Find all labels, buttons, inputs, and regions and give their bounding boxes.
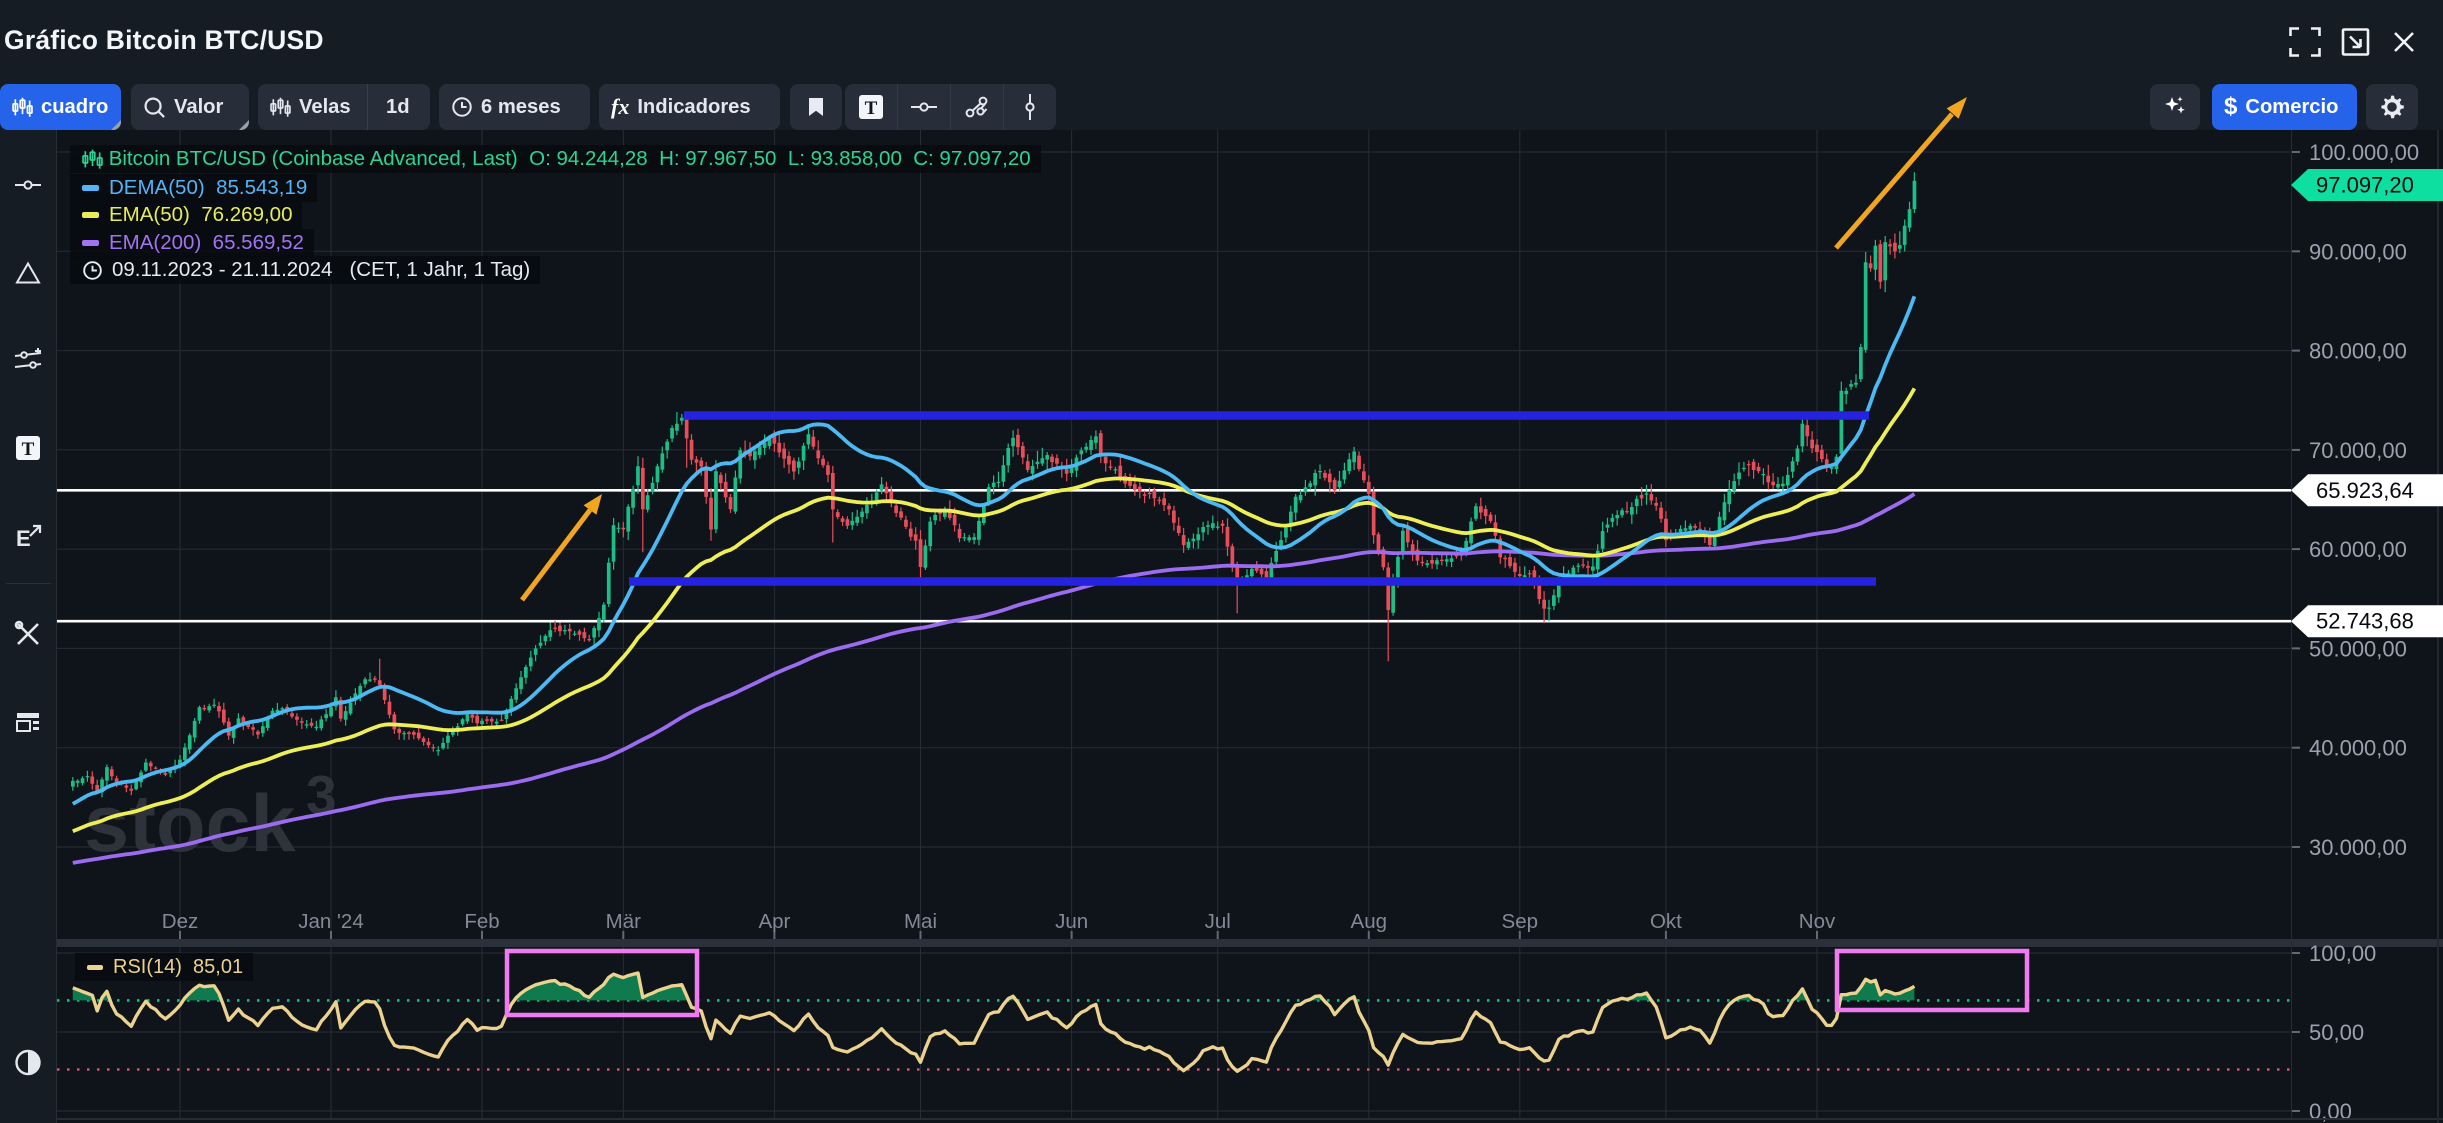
svg-text:100,00: 100,00 (2309, 941, 2376, 966)
svg-text:52.743,68: 52.743,68 (2316, 609, 2414, 634)
svg-text:30.000,00: 30.000,00 (2309, 835, 2407, 860)
svg-text:Jun: Jun (1055, 910, 1088, 933)
svg-text:100.000,00: 100.000,00 (2309, 140, 2419, 165)
svg-text:50,00: 50,00 (2309, 1020, 2364, 1045)
svg-text:T: T (865, 98, 878, 119)
svg-text:70.000,00: 70.000,00 (2309, 438, 2407, 463)
svg-text:Dez: Dez (162, 910, 198, 933)
svg-text:Okt: Okt (1650, 910, 1682, 933)
svg-text:50.000,00: 50.000,00 (2309, 636, 2407, 661)
svg-text:Sep: Sep (1502, 910, 1538, 933)
svg-text:65.923,64: 65.923,64 (2316, 478, 2414, 503)
svg-text:E: E (16, 526, 31, 551)
svg-text:Apr: Apr (758, 910, 790, 933)
svg-text:Jan '24: Jan '24 (298, 910, 363, 933)
svg-text:80.000,00: 80.000,00 (2309, 339, 2407, 364)
svg-text:90.000,00: 90.000,00 (2309, 239, 2407, 264)
svg-text:40.000,00: 40.000,00 (2309, 736, 2407, 761)
svg-text:Feb: Feb (464, 910, 499, 933)
svg-text:Aug: Aug (1351, 910, 1387, 933)
svg-text:Mai: Mai (904, 910, 937, 933)
svg-text:60.000,00: 60.000,00 (2309, 537, 2407, 562)
svg-text:T: T (22, 439, 35, 460)
svg-text:Jul: Jul (1205, 910, 1231, 933)
svg-text:97.097,20: 97.097,20 (2316, 173, 2414, 198)
svg-text:Nov: Nov (1799, 910, 1836, 933)
svg-text:Mär: Mär (606, 910, 641, 933)
